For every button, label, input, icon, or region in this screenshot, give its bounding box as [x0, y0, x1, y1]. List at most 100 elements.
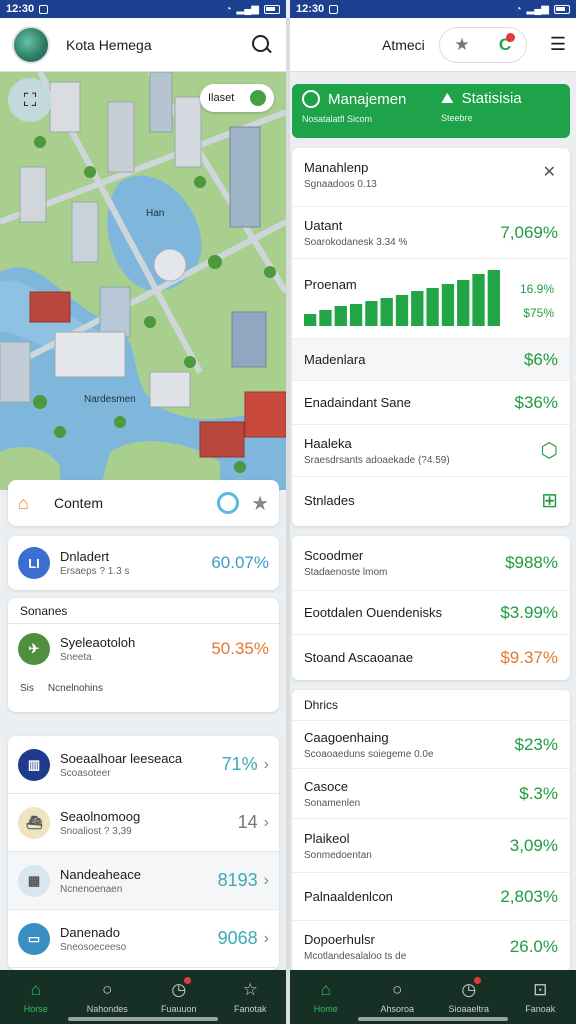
finance-panel: Scoodmer Stadaenoste lmom $988% Eootdalen… — [292, 536, 570, 680]
finance-row[interactable]: Scoodmer Stadaenoste lmom $988% — [292, 536, 570, 590]
toggle-on-indicator — [250, 90, 266, 106]
metric-row[interactable]: Stnlades ⊞ — [292, 476, 570, 524]
refresh-icon[interactable] — [217, 492, 240, 514]
chart-icon: ⛰ — [441, 90, 454, 107]
metrics-subtitle: Mcotlandesalaloo ts de — [304, 950, 407, 962]
grid-icon: ⊞ — [541, 490, 558, 512]
chart-label-bottom: $75% — [523, 306, 554, 320]
menu-icon[interactable]: ☰ — [550, 34, 566, 55]
status-time: 12:30 — [6, 3, 35, 15]
source-row[interactable]: ✈ Syeleaotoloh Sneeta 50.35% — [8, 624, 279, 674]
status-bar-left: 12:30 ◔ ▂▄▆ — [0, 0, 286, 18]
finance-value: $9.37% — [500, 647, 558, 667]
badge-icon[interactable]: ★ — [454, 35, 469, 55]
program-chart-row[interactable]: Proenam 16.9% $75% — [292, 258, 570, 338]
metrics-header: Dhrics — [304, 698, 339, 712]
metrics-value: 2,803% — [500, 886, 558, 906]
chevron-right-icon: › — [263, 929, 269, 947]
metrics-panel: Dhrics Caagoenhaing Scoaoaeduns soiegeme … — [292, 690, 570, 972]
metrics-row[interactable]: Plaikeol Sonmedoentan 3,09% — [292, 818, 570, 872]
tab-statistics[interactable]: ⛰ Statisisia Steebre — [431, 84, 570, 138]
nav-history[interactable]: ◷ Fuauuon — [149, 977, 209, 1014]
nav-home[interactable]: ⌂ Home — [296, 980, 356, 1014]
sources-footer-text: Ncnelnohins — [47, 682, 103, 694]
finance-title: Scoodmer — [304, 548, 364, 563]
nav-inbox[interactable]: ⊡ Fanoak — [510, 980, 570, 1014]
status-icons: ◔ ▂▄▆ — [515, 4, 570, 15]
gauge-icon — [302, 90, 320, 108]
status-bar-right: 12:30 ◔ ▂▄▆ — [290, 0, 576, 18]
nav-favorites[interactable]: ☆ Fanotak — [220, 980, 280, 1014]
metric-row[interactable]: Haaleka Sraesdrsants adoaekade (?4.59) ⬡ — [292, 424, 570, 476]
nav-label: Ahsoroa — [380, 1004, 415, 1014]
nav-home[interactable]: ⌂ Horse — [6, 980, 66, 1014]
metric-row[interactable]: Madenlara $6% — [292, 338, 570, 380]
metrics-row[interactable]: Dopoerhulsr Mcotlandesalaloo ts de 26.0% — [292, 920, 570, 972]
star-icon: ☆ — [242, 980, 258, 999]
notification-icon[interactable]: C — [499, 32, 516, 55]
chart-bar — [365, 301, 378, 326]
map-toggle[interactable]: Ilaset — [200, 84, 274, 112]
content-bar[interactable]: ⌂ Contem ★ — [8, 480, 279, 526]
tab-management[interactable]: Manajemen Nosatalatfl Sicom — [292, 84, 431, 138]
metric-title: Haaleka — [304, 435, 352, 451]
nav-label: Sioaaeltra — [448, 1004, 490, 1014]
map-toggle-label: Ilaset — [208, 92, 235, 104]
nav-label: Fanoak — [525, 1004, 556, 1014]
close-icon[interactable]: ✕ — [543, 162, 556, 182]
list-item[interactable]: ▭ Danenado Sneosoeceeso 9068 › — [8, 910, 279, 968]
list-item-subtitle: Scoasoteer — [60, 767, 111, 779]
metric-subtitle: Soarokodanesk 3.34 % — [304, 236, 408, 248]
finance-value: $3.99% — [500, 602, 558, 622]
search-icon: ○ — [102, 980, 113, 999]
home-icon: ⌂ — [18, 493, 29, 513]
map-label: Han — [146, 208, 165, 219]
list-item[interactable]: ▦ Nandeaheace Ncnenoenaen 8193 › — [8, 852, 279, 910]
list-item[interactable]: ▥ Soeaalhoar leeseaca Scoasoteer 71% › — [8, 736, 279, 794]
chart-label-top: 16.9% — [519, 282, 554, 296]
list-item-value: 8193 — [217, 870, 258, 890]
user-name: Atmeci — [382, 36, 425, 53]
location-list: ▥ Soeaalhoar leeseaca Scoasoteer 71% › ⛴… — [8, 736, 279, 970]
map-layers-button[interactable]: ⛶ — [8, 78, 52, 122]
chart-bar — [472, 274, 485, 326]
list-item-title: Danenado — [60, 924, 120, 940]
signal-icon: ▂▄▆ — [526, 3, 549, 15]
list-item-subtitle: Snoaliost ? 3,39 — [60, 825, 132, 837]
hexagon-icon: ⬡ — [540, 440, 558, 462]
stat-card[interactable]: LI Dnladert Ersaeps ? 1.3 s 60.07% — [8, 536, 279, 590]
metrics-row[interactable]: Palnaaldenlcon 2,803% — [292, 872, 570, 920]
search-icon[interactable] — [250, 33, 274, 57]
metrics-row[interactable]: Casoce Sonamenlen $.3% — [292, 768, 570, 818]
history-icon: ◷ — [461, 977, 481, 999]
nav-history[interactable]: ◷ Sioaaeltra — [439, 977, 499, 1014]
metric-row[interactable]: Uatant Soarokodanesk 3.34 % 7,069% — [292, 206, 570, 258]
tab-label: Statisisia — [461, 90, 522, 107]
chevron-right-icon: › — [263, 871, 269, 889]
finance-row[interactable]: Stoand Ascaoanae $9.37% — [292, 634, 570, 680]
chart-icon: LI — [18, 547, 50, 579]
metrics-row[interactable]: Caagoenhaing Scoaoaeduns soiegeme 0.0e $2… — [292, 720, 570, 768]
nav-search[interactable]: ○ Nahondes — [77, 980, 137, 1014]
star-icon[interactable]: ★ — [251, 491, 269, 516]
chart-bar — [304, 314, 317, 326]
notification-square-icon — [329, 4, 339, 14]
city-map[interactable]: ⛶ Ilaset Han Nardesmen — [0, 72, 286, 490]
finance-row[interactable]: Eootdalen Ouendenisks $3.99% — [292, 590, 570, 634]
notification-square-icon — [39, 4, 49, 14]
sources-header: Sonanes — [8, 598, 279, 624]
chart-bar — [426, 288, 439, 326]
history-icon: ◷ — [171, 977, 191, 999]
city-map-illustration — [0, 72, 286, 490]
metrics-title: Palnaaldenlcon — [304, 889, 393, 904]
nav-label: Home — [313, 1004, 338, 1014]
list-item[interactable]: ⛴ Seaolnomoog Snoaliost ? 3,39 14 › — [8, 794, 279, 852]
status-time: 12:30 — [296, 3, 325, 15]
nav-search[interactable]: ○ Ahsoroa — [367, 980, 427, 1014]
calendar-icon: ▭ — [18, 922, 50, 955]
ship-icon: ⛴ — [18, 806, 50, 839]
metrics-value: $23% — [514, 734, 558, 754]
stat-title: Dnladert — [60, 549, 110, 564]
metric-title: Uatant — [304, 217, 343, 233]
metric-row[interactable]: Enadaindant Sane $36% — [292, 380, 570, 424]
